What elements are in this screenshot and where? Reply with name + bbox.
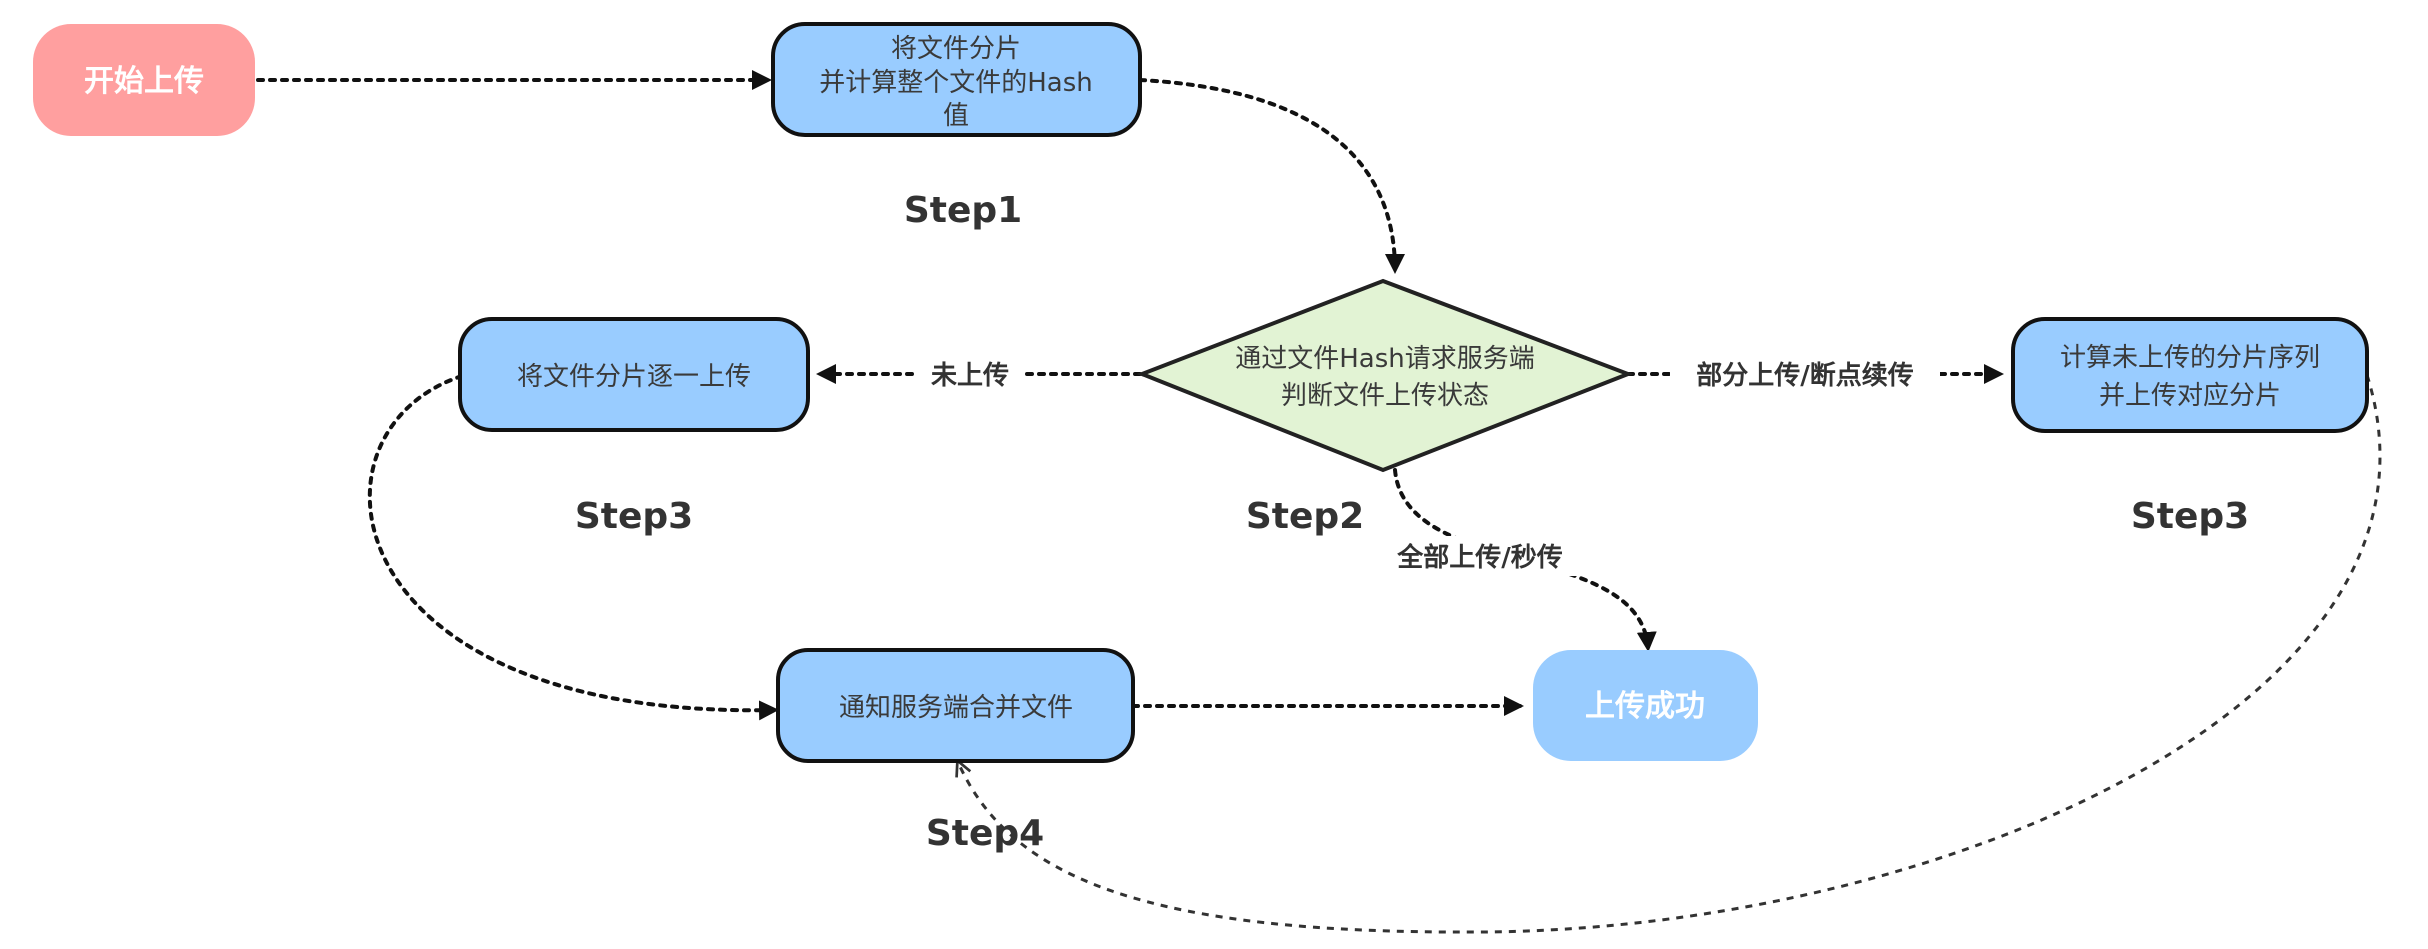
slice-hash-line-1: 将文件分片 (891, 34, 1021, 64)
slice-hash-line-2: 并计算整个文件的Hash (819, 68, 1093, 98)
step3-right-label: Step3 (2131, 496, 2249, 537)
merge-label: 通知服务端合并文件 (839, 693, 1073, 723)
edge-slice-to-decision (1138, 78, 1405, 274)
start-node-label: 开始上传 (84, 64, 204, 99)
step4-label: Step4 (926, 813, 1044, 854)
edge-label-partial: 部分上传/断点续传 (1696, 360, 1914, 391)
start-node[interactable]: 开始上传 (33, 24, 255, 136)
decision-line-1: 通过文件Hash请求服务端 (1235, 344, 1535, 374)
edge-label-full: 全部上传/秒传 (1396, 542, 1563, 573)
decision-line-2: 判断文件上传状态 (1281, 381, 1489, 411)
upload-missing-line-2: 并上传对应分片 (2099, 381, 2281, 411)
decision-node[interactable]: 通过文件Hash请求服务端 判断文件上传状态 (1136, 278, 1634, 473)
slice-hash-line-3: 值 (943, 101, 969, 131)
success-node[interactable]: 上传成功 (1533, 650, 1758, 761)
upload-missing-node[interactable]: 计算未上传的分片序列 并上传对应分片 (2011, 317, 2369, 433)
slice-hash-node[interactable]: 将文件分片 并计算整个文件的Hash 值 (771, 22, 1142, 137)
step2-label: Step2 (1246, 496, 1364, 537)
step3-left-label: Step3 (575, 496, 693, 537)
merge-node[interactable]: 通知服务端合并文件 (776, 648, 1135, 763)
edge-label-not-uploaded: 未上传 (931, 361, 1009, 391)
success-label: 上传成功 (1585, 689, 1705, 724)
step1-label: Step1 (904, 190, 1022, 231)
upload-all-node[interactable]: 将文件分片逐一上传 (458, 317, 810, 432)
upload-flowchart: 开始上传 将文件分片 并计算整个文件的Hash 值 通过文件Hash请求服务端 … (33, 22, 2382, 934)
upload-all-label: 将文件分片逐一上传 (517, 362, 751, 392)
upload-missing-line-1: 计算未上传的分片序列 (2060, 343, 2320, 373)
